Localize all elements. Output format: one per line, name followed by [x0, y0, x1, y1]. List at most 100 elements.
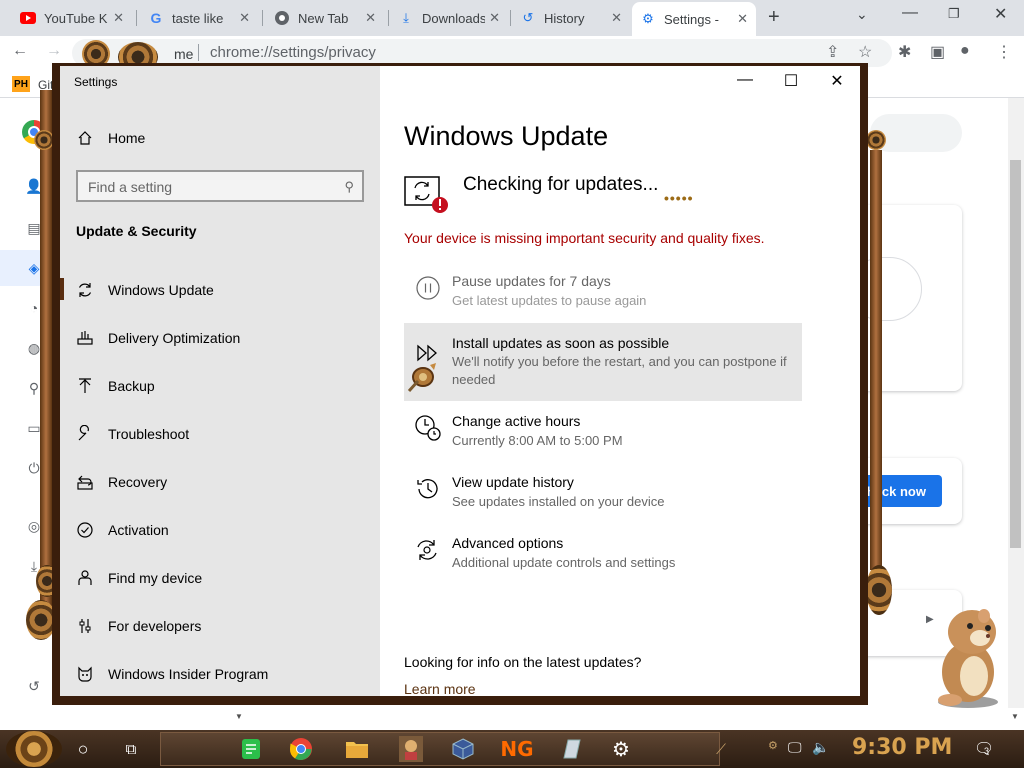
tray-chevron-icon[interactable]: ⟋ [706, 734, 736, 764]
nav-item-backup[interactable]: Backup [76, 372, 155, 400]
reset-settings-icon[interactable]: ↺ [26, 678, 42, 694]
tab-close-icon[interactable]: ✕ [365, 10, 376, 26]
nav-item-find-my-device[interactable]: Find my device [76, 564, 202, 592]
virtualbox-cube-icon[interactable] [448, 734, 478, 764]
file-explorer-folder-icon[interactable] [342, 734, 372, 764]
option-pause-updates[interactable]: Pause updates for 7 days Get latest upda… [404, 268, 802, 316]
pornhub-bookmark-icon[interactable]: PH [12, 76, 30, 92]
update-status-icon [404, 176, 448, 213]
tab-title: New Tab [298, 10, 349, 26]
tab-title: History [544, 10, 585, 26]
scrollbar-thumb[interactable] [1010, 160, 1021, 548]
option-view-update-history[interactable]: View update history See updates installe… [404, 469, 802, 517]
loading-dots-icon: ••••• [664, 190, 694, 206]
nav-item-windows-insider-program[interactable]: Windows Insider Program [76, 660, 268, 688]
find-setting-search-input[interactable]: Find a setting ⚲ [76, 170, 364, 202]
section-heading: Update & Security [76, 223, 197, 239]
forward-arrow-icon[interactable]: → [46, 42, 62, 60]
bookmark-star-icon[interactable]: ☆ [858, 42, 872, 62]
tab-separator [262, 10, 263, 26]
newgrounds-app-icon[interactable]: NG [500, 734, 534, 764]
volume-muted-icon[interactable]: 🔈 [812, 739, 829, 756]
task-view-icon[interactable]: ⧉ [116, 734, 146, 764]
nav-item-recovery[interactable]: Recovery [76, 468, 167, 496]
tab-title: Settings - [664, 11, 719, 27]
browser-minimize-icon[interactable]: — [902, 4, 918, 22]
gear-refresh-icon [414, 536, 442, 564]
steampunk-gear-icon [34, 130, 54, 150]
nav-item-activation[interactable]: Activation [76, 516, 169, 544]
scroll-down-arrow-icon[interactable]: ▼ [1011, 712, 1019, 721]
developer-sliders-icon [76, 617, 94, 635]
search-icon[interactable]: ⚲ [344, 179, 354, 195]
option-change-active-hours[interactable]: Change active hours Currently 8:00 AM to… [404, 408, 802, 456]
option-subtitle: Additional update controls and settings [452, 555, 676, 570]
steampunk-pipe-right [870, 150, 882, 570]
spotify-like-green-app-icon[interactable] [236, 734, 266, 764]
youtube-icon [20, 10, 36, 26]
tab-separator [510, 10, 511, 26]
new-tab-button[interactable]: + [768, 6, 780, 29]
network-disconnected-icon[interactable]: 🖵 [788, 739, 802, 756]
address-url[interactable]: chrome://settings/privacy [210, 44, 376, 61]
nav-item-for-developers[interactable]: For developers [76, 612, 201, 640]
tab-close-icon[interactable]: ✕ [737, 11, 748, 27]
side-panel-icon[interactable]: ▣ [930, 42, 945, 62]
nav-item-delivery-optimization[interactable]: Delivery Optimization [76, 324, 240, 352]
taskbar-clock[interactable]: 9:30 PM [852, 735, 952, 760]
cortana-circle-icon[interactable]: ○ [68, 734, 98, 764]
tab-search-chevron-icon[interactable]: ⌄ [856, 6, 868, 23]
search-placeholder: Find a setting [88, 179, 173, 195]
hamster-mascot [938, 609, 998, 708]
tab-close-icon[interactable]: ✕ [611, 10, 622, 26]
share-icon[interactable]: ⇪ [826, 42, 839, 62]
option-title: View update history [452, 474, 574, 490]
nav-item-label: For developers [108, 618, 202, 634]
chrome-taskbar-icon[interactable] [286, 734, 316, 764]
tab-close-icon[interactable]: ✕ [113, 10, 124, 26]
tab-new-tab[interactable]: New Tab ✕ [266, 4, 384, 32]
nav-item-label: Delivery Optimization [108, 330, 241, 346]
chrome-icon [274, 10, 290, 26]
tab-google[interactable]: G taste like ✕ [140, 4, 258, 32]
check-now-button[interactable]: heck now [856, 475, 942, 507]
chrome-menu-icon[interactable]: ⋮ [996, 42, 1012, 62]
profile-avatar-icon[interactable]: ● [960, 42, 970, 60]
browser-close-icon[interactable]: ✕ [994, 4, 1007, 24]
settings-gear-taskbar-icon[interactable]: ⚙ [606, 734, 636, 764]
option-subtitle: See updates installed on your device [452, 494, 665, 509]
nav-home[interactable]: Home [76, 124, 145, 152]
pause-circle-icon [414, 274, 442, 302]
backup-arrow-icon [76, 377, 94, 395]
notepad-app-icon[interactable] [556, 734, 586, 764]
tab-downloads[interactable]: ⤓ Downloads ✕ [390, 4, 508, 32]
scroll-down-arrow-icon[interactable]: ▼ [235, 712, 243, 721]
back-arrow-icon[interactable]: ← [12, 42, 28, 60]
tab-close-icon[interactable]: ✕ [489, 10, 500, 26]
option-subtitle: Currently 8:00 AM to 5:00 PM [452, 433, 623, 448]
game-character-app-icon[interactable] [396, 734, 426, 764]
settings-window: Settings Home Find a setting ⚲ Update & … [60, 66, 860, 696]
option-subtitle: Get latest updates to pause again [452, 293, 647, 308]
info-heading: Looking for info on the latest updates? [404, 654, 642, 670]
tab-settings[interactable]: ⚙ Settings - ✕ [632, 2, 756, 36]
nav-item-label: Backup [108, 378, 155, 394]
nav-item-windows-update[interactable]: Windows Update [76, 276, 214, 304]
nav-item-troubleshoot[interactable]: Troubleshoot [76, 420, 189, 448]
tab-history[interactable]: ↺ History ✕ [512, 4, 630, 32]
extensions-puzzle-icon[interactable]: ✱ [898, 42, 911, 62]
tab-close-icon[interactable]: ✕ [239, 10, 250, 26]
history-icon [414, 475, 442, 503]
start-button[interactable] [6, 731, 62, 767]
person-pin-icon [76, 569, 94, 587]
browser-restore-icon[interactable]: ❐ [948, 6, 960, 22]
option-advanced-options[interactable]: Advanced options Additional update contr… [404, 530, 802, 578]
tab-youtube[interactable]: YouTube K ✕ [12, 4, 132, 32]
nav-item-label: Activation [108, 522, 169, 538]
learn-more-link[interactable]: Learn more [404, 681, 476, 696]
home-icon [76, 129, 94, 147]
option-install-updates[interactable]: Install updates as soon as possible We'l… [404, 323, 802, 401]
tray-overflow-icon[interactable]: ⚙ [768, 739, 778, 752]
page-title: Windows Update [404, 121, 609, 151]
tab-separator [388, 10, 389, 26]
